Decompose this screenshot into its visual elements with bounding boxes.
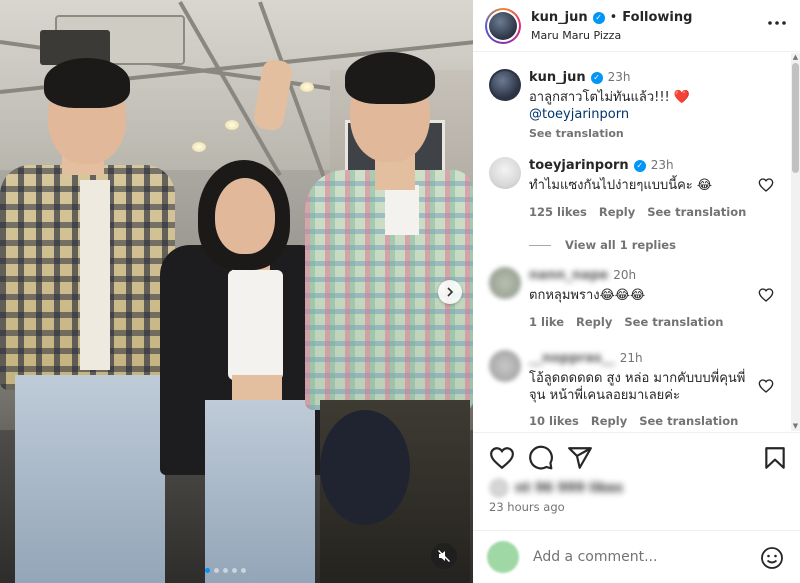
separator-dot: • <box>609 10 618 25</box>
share-icon[interactable] <box>567 445 593 471</box>
comment-avatar[interactable] <box>489 157 521 189</box>
comment-likes[interactable]: 125 likes <box>529 205 587 219</box>
current-user-avatar <box>487 541 519 573</box>
comments-scrollbar[interactable]: ▲ ▼ <box>791 53 800 431</box>
likes-count[interactable]: nt 96 999 likes <box>515 481 623 496</box>
caption-mention-link[interactable]: @toeyjarinporn <box>529 106 749 123</box>
add-comment-bar <box>473 530 800 583</box>
comment-text: โอ้ลูดดดดดด สูง หล่อ มากคับบบพี่คุนพี่จุ… <box>529 371 746 403</box>
emoji-icon[interactable] <box>760 546 784 570</box>
more-icon[interactable] <box>768 20 786 26</box>
heart-icon[interactable] <box>489 445 515 471</box>
next-photo-button[interactable] <box>438 280 462 304</box>
comment-username[interactable]: __noppras__ <box>529 350 615 367</box>
heart-icon[interactable] <box>758 287 774 303</box>
ceiling-light <box>192 142 206 152</box>
follow-status-button[interactable]: Following <box>622 10 692 25</box>
carousel-dot <box>232 568 237 573</box>
post-location[interactable]: Maru Maru Pizza <box>531 29 621 42</box>
reply-button[interactable]: Reply <box>599 205 635 219</box>
comment-icon[interactable] <box>528 445 554 471</box>
comment-time: 23h <box>650 158 674 172</box>
caption-username[interactable]: kun_jun <box>529 69 586 86</box>
carousel-dot <box>214 568 219 573</box>
scroll-up-icon[interactable]: ▲ <box>792 54 799 61</box>
comment-likes[interactable]: 1 like <box>529 315 564 329</box>
verified-badge-icon: ✓ <box>633 159 646 172</box>
likes-row[interactable]: nt 96 999 likes <box>489 478 623 498</box>
post-actions <box>473 432 800 478</box>
comment-text: ทำไมแซงกันไปง่ายๆแบบนี้คะ 😂 <box>529 178 713 193</box>
heart-icon[interactable] <box>758 378 774 394</box>
reply-button[interactable]: Reply <box>591 414 627 428</box>
ceiling-light <box>225 120 239 130</box>
carousel-dot <box>205 568 210 573</box>
heart-icon[interactable] <box>758 177 774 193</box>
carousel-dot <box>241 568 246 573</box>
liker-avatar <box>489 478 509 498</box>
see-translation-link[interactable]: See translation <box>639 414 738 428</box>
comment-username[interactable]: toeyjarinporn <box>529 157 629 174</box>
comment-username[interactable]: nann_nape <box>529 267 608 284</box>
mute-button[interactable] <box>431 543 457 569</box>
view-replies-button[interactable]: View all 1 replies <box>529 238 676 252</box>
author-avatar[interactable] <box>485 8 521 44</box>
verified-badge-icon: ✓ <box>592 11 605 24</box>
reply-line <box>529 244 551 246</box>
comment-likes[interactable]: 10 likes <box>529 414 579 428</box>
verified-badge-icon: ✓ <box>590 71 603 84</box>
carousel-dot <box>223 568 228 573</box>
author-username[interactable]: kun_jun <box>531 10 588 25</box>
post-header: kun_jun ✓ • Following Maru Maru Pizza <box>473 0 800 52</box>
comments-list[interactable]: kun_jun ✓ 23h อาลูกสาวโตไม่ทันแล้ว!!! ❤️… <box>473 53 800 431</box>
see-translation-link[interactable]: See translation <box>647 205 746 219</box>
see-translation-link[interactable]: See translation <box>624 315 723 329</box>
see-translation-link[interactable]: See translation <box>529 125 749 142</box>
comment-text: ตกหลุมพราง😂😂😂 <box>529 288 646 303</box>
post-time-ago[interactable]: 23 hours ago <box>489 500 565 514</box>
carousel-indicator <box>205 568 246 573</box>
chevron-right-icon <box>447 287 454 297</box>
comment-time: 21h <box>619 351 643 365</box>
add-comment-input[interactable] <box>533 549 743 565</box>
comment-time: 20h <box>613 268 637 282</box>
post-sidebar: kun_jun ✓ • Following Maru Maru Pizza ku… <box>473 0 800 583</box>
ceiling-light <box>300 82 314 92</box>
comment-avatar[interactable] <box>489 267 521 299</box>
scrollbar-thumb[interactable] <box>792 63 799 173</box>
caption-avatar[interactable] <box>489 69 521 101</box>
bookmark-icon[interactable] <box>762 445 788 471</box>
scroll-down-icon[interactable]: ▼ <box>792 423 799 430</box>
mute-icon <box>438 550 450 562</box>
reply-button[interactable]: Reply <box>576 315 612 329</box>
view-replies-label: View all 1 replies <box>565 238 676 252</box>
post-photo[interactable] <box>0 0 473 583</box>
comment-avatar[interactable] <box>489 350 521 382</box>
caption-text: อาลูกสาวโตไม่ทันแล้ว!!! ❤️ <box>529 90 691 105</box>
caption-time: 23h <box>607 70 631 84</box>
